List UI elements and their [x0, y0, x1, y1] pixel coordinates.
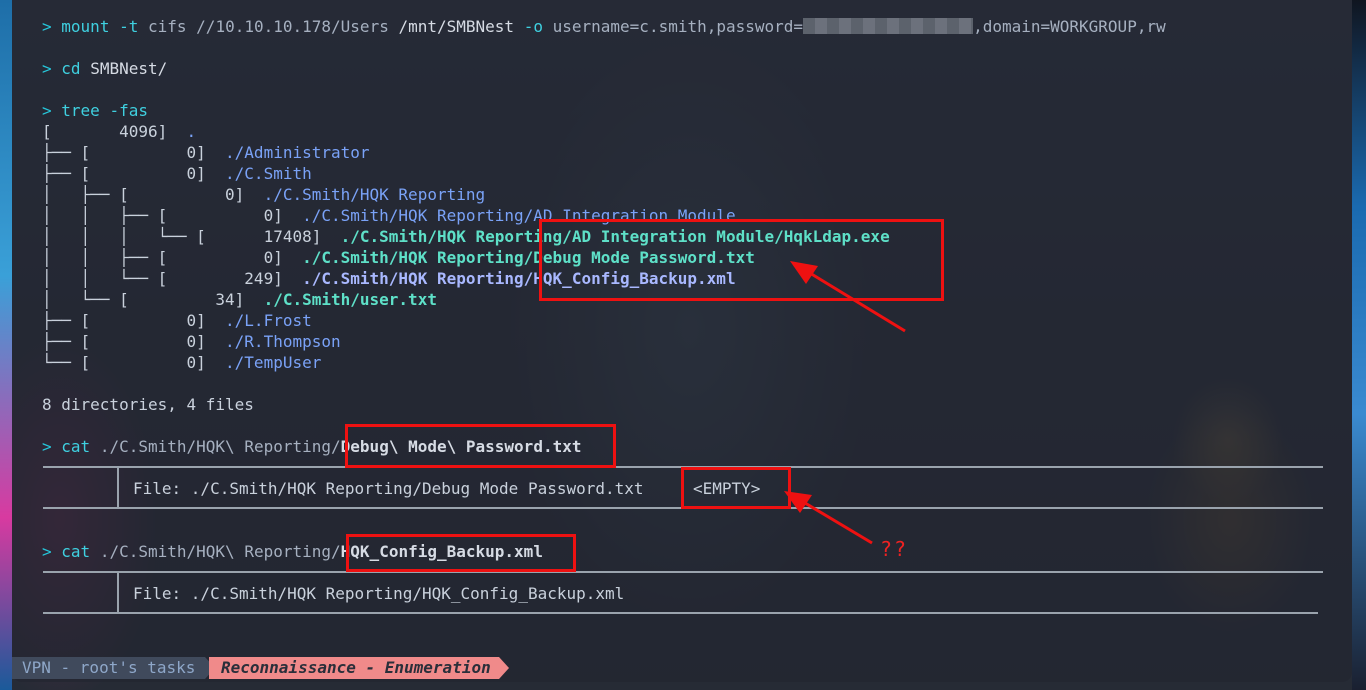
command-arg: //10.10.10.178/Users — [196, 17, 389, 36]
tree-branch: │ │ └── [ — [42, 269, 168, 288]
tree-entry-name: ./C.Smith/user.txt — [244, 290, 437, 309]
tree-branch: │ ├── [ — [42, 185, 129, 204]
tree-entry-name: ./C.Smith/HQK Reporting — [244, 185, 486, 204]
command-name: cat — [61, 437, 91, 456]
tree-size: 0] — [90, 353, 206, 372]
highlight-box-xml-filename — [346, 534, 576, 572]
tree-summary: 8 directories, 4 files — [42, 395, 254, 414]
tree-branch: ├── [ — [42, 332, 91, 351]
command-arg: ,domain=WORKGROUP,rw — [973, 17, 1166, 36]
command-line-cd: > cd SMBNest/ — [42, 58, 167, 79]
tree-size: 0] — [90, 164, 206, 183]
tree-branch: [ — [42, 122, 52, 141]
status-bar: VPN - root's tasks Reconnaissance - Enum… — [12, 657, 552, 679]
tree-branch: ├── [ — [42, 164, 91, 183]
bat-gutter-rule — [117, 571, 119, 613]
tree-size: 0] — [128, 185, 245, 204]
tree-entry-name: ./R.Thompson — [205, 332, 341, 351]
command-name: cd — [61, 59, 81, 78]
tree-entry-name: ./C.Smith — [205, 164, 312, 183]
command-line-mount: > mount -t cifs //10.10.10.178/Users /mn… — [42, 16, 1166, 37]
highlight-box-empty — [681, 467, 791, 509]
tree-size: 17408] — [205, 227, 322, 246]
prompt-symbol: > — [42, 101, 52, 120]
tree-row: │ └── [ 34] ./C.Smith/user.txt — [42, 289, 437, 310]
command-arg: ./C.Smith/HQK\ Reporting/ — [99, 437, 341, 456]
command-flag: -o — [523, 17, 543, 36]
command-name: mount — [61, 17, 110, 36]
bat-gutter-rule — [117, 466, 119, 508]
status-separator-icon — [499, 657, 509, 679]
highlight-box-debug-filename — [345, 424, 616, 468]
tree-size: 249] — [167, 269, 283, 288]
tree-size: 34] — [128, 290, 245, 309]
prompt-symbol: > — [42, 59, 52, 78]
tree-branch: │ │ │ └── [ — [42, 227, 206, 246]
bat-top-rule — [43, 571, 1323, 573]
command-arg: SMBNest/ — [90, 59, 168, 78]
bat-file-header: File: ./C.Smith/HQK Reporting/HQK_Config… — [133, 583, 624, 604]
command-arg: cifs — [148, 17, 187, 36]
bat-header-text: File: ./C.Smith/HQK Reporting/Debug Mode… — [133, 479, 644, 498]
status-workspace[interactable]: VPN - root's tasks — [12, 657, 206, 679]
command-arg: ./C.Smith/HQK\ Reporting/ — [99, 542, 341, 561]
tree-entry-name: ./TempUser — [205, 353, 322, 372]
tree-branch: ├── [ — [42, 143, 91, 162]
tree-size: 0] — [90, 143, 206, 162]
tree-branch: │ │ ├── [ — [42, 248, 168, 267]
command-flag: -t — [119, 17, 139, 36]
tree-size: 4096] — [51, 122, 168, 141]
tree-row: ├── [ 0] ./R.Thompson — [42, 331, 341, 352]
command-name: cat — [61, 542, 91, 561]
bat-bottom-rule — [43, 612, 1318, 614]
command-line-tree: > tree -fas — [42, 100, 148, 121]
tree-size: 0] — [167, 248, 283, 267]
tree-row: ├── [ 0] ./Administrator — [42, 142, 370, 163]
tree-entry-name: ./L.Frost — [205, 311, 312, 330]
tree-branch: └── [ — [42, 353, 91, 372]
bat-header-text: File: ./C.Smith/HQK Reporting/HQK_Config… — [133, 584, 625, 603]
command-name: tree — [61, 101, 100, 120]
prompt-symbol: > — [42, 437, 52, 456]
tree-entry-name: . — [167, 122, 197, 141]
redacted-password — [803, 18, 974, 34]
tree-branch: │ │ ├── [ — [42, 206, 168, 225]
tree-row: [ 4096] . — [42, 121, 196, 142]
prompt-symbol: > — [42, 542, 52, 561]
tree-branch: ├── [ — [42, 311, 91, 330]
tree-size: 0] — [167, 206, 283, 225]
tree-row: └── [ 0] ./TempUser — [42, 352, 321, 373]
status-task[interactable]: Reconnaissance - Enumeration — [209, 657, 499, 679]
tree-row: ├── [ 0] ./L.Frost — [42, 310, 312, 331]
wallpaper-left-edge — [0, 0, 12, 690]
tree-size: 0] — [90, 311, 206, 330]
terminal-window[interactable]: > mount -t cifs //10.10.10.178/Users /mn… — [12, 0, 1352, 682]
tree-size: 0] — [90, 332, 206, 351]
wallpaper-right-edge — [1352, 0, 1366, 690]
prompt-symbol: > — [42, 17, 52, 36]
command-arg: username=c.smith,password= — [552, 17, 804, 36]
tree-row: ├── [ 0] ./C.Smith — [42, 163, 312, 184]
bat-file-header: File: ./C.Smith/HQK Reporting/Debug Mode… — [133, 478, 644, 499]
command-arg: /mnt/SMBNest — [398, 17, 515, 36]
tree-row: │ ├── [ 0] ./C.Smith/HQK Reporting — [42, 184, 485, 205]
command-flag: -fas — [109, 101, 148, 120]
highlight-box-files — [539, 219, 944, 301]
annotation-question: ?? — [880, 537, 909, 561]
tree-branch: │ └── [ — [42, 290, 129, 309]
tree-entry-name: ./Administrator — [205, 143, 370, 162]
